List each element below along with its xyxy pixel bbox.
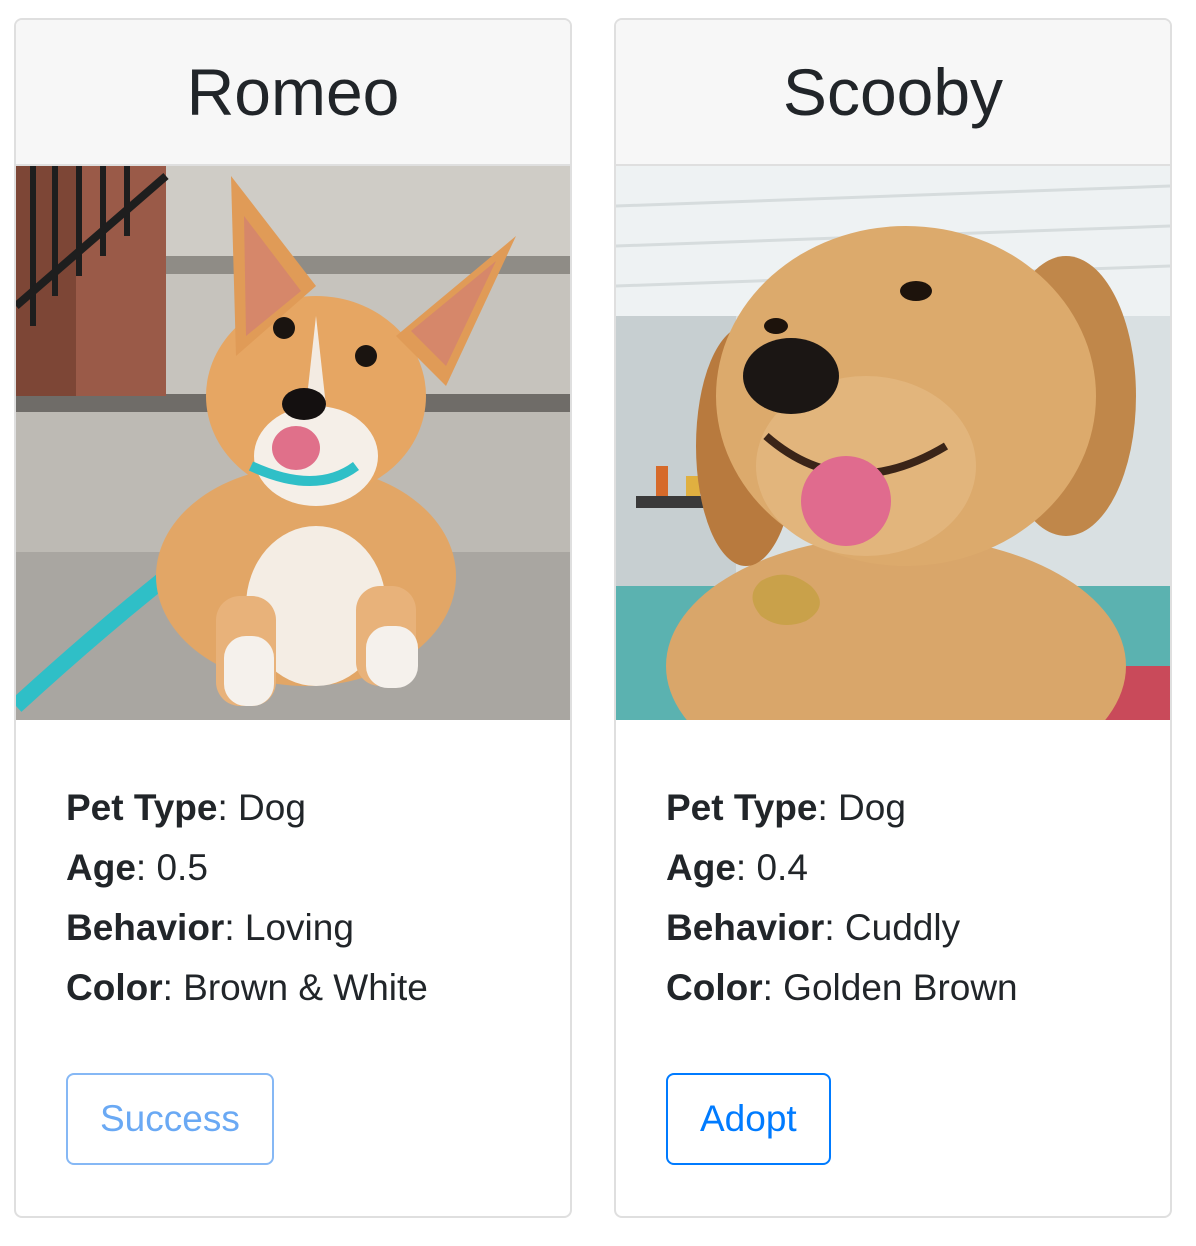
pet-name: Romeo (16, 20, 570, 166)
pet-name: Scooby (616, 20, 1170, 166)
age-row: Age: 0.4 (666, 847, 808, 888)
age-value: 0.5 (156, 847, 208, 888)
color-row: Color: Golden Brown (666, 967, 1018, 1008)
age-value: 0.4 (756, 847, 808, 888)
color-label: Color (66, 967, 163, 1008)
pet-photo-golden-retriever-puppy (616, 166, 1170, 720)
behavior-row: Behavior: Cuddly (666, 907, 961, 948)
pet-type-row: Pet Type: Dog (66, 787, 306, 828)
age-row: Age: 0.5 (66, 847, 208, 888)
age-label: Age (66, 847, 136, 888)
color-value: Golden Brown (783, 967, 1018, 1008)
color-row: Color: Brown & White (66, 967, 428, 1008)
pet-card-romeo: Romeo Pet Type: Dog Age: 0.5 Behavior: L… (14, 18, 572, 1218)
age-label: Age (666, 847, 736, 888)
pet-type-row: Pet Type: Dog (666, 787, 906, 828)
behavior-label: Behavior (66, 907, 225, 948)
pet-type-label: Pet Type (66, 787, 218, 828)
behavior-label: Behavior (666, 907, 825, 948)
pet-card-scooby: Scooby Pet Type: Dog Age: 0.4 Behavior: … (614, 18, 1172, 1218)
behavior-value: Loving (244, 907, 354, 948)
adopt-button[interactable]: Adopt (666, 1073, 831, 1165)
color-label: Color (666, 967, 763, 1008)
pet-details: Pet Type: Dog Age: 0.4 Behavior: Cuddly … (616, 720, 1170, 1018)
behavior-value: Cuddly (844, 907, 961, 948)
pet-details: Pet Type: Dog Age: 0.5 Behavior: Loving … (16, 720, 570, 1018)
success-button[interactable]: Success (66, 1073, 274, 1165)
pet-type-value: Dog (838, 787, 906, 828)
pet-type-label: Pet Type (666, 787, 818, 828)
behavior-row: Behavior: Loving (66, 907, 354, 948)
pet-photo-corgi-puppy (16, 166, 570, 720)
pet-type-value: Dog (238, 787, 306, 828)
color-value: Brown & White (183, 967, 428, 1008)
